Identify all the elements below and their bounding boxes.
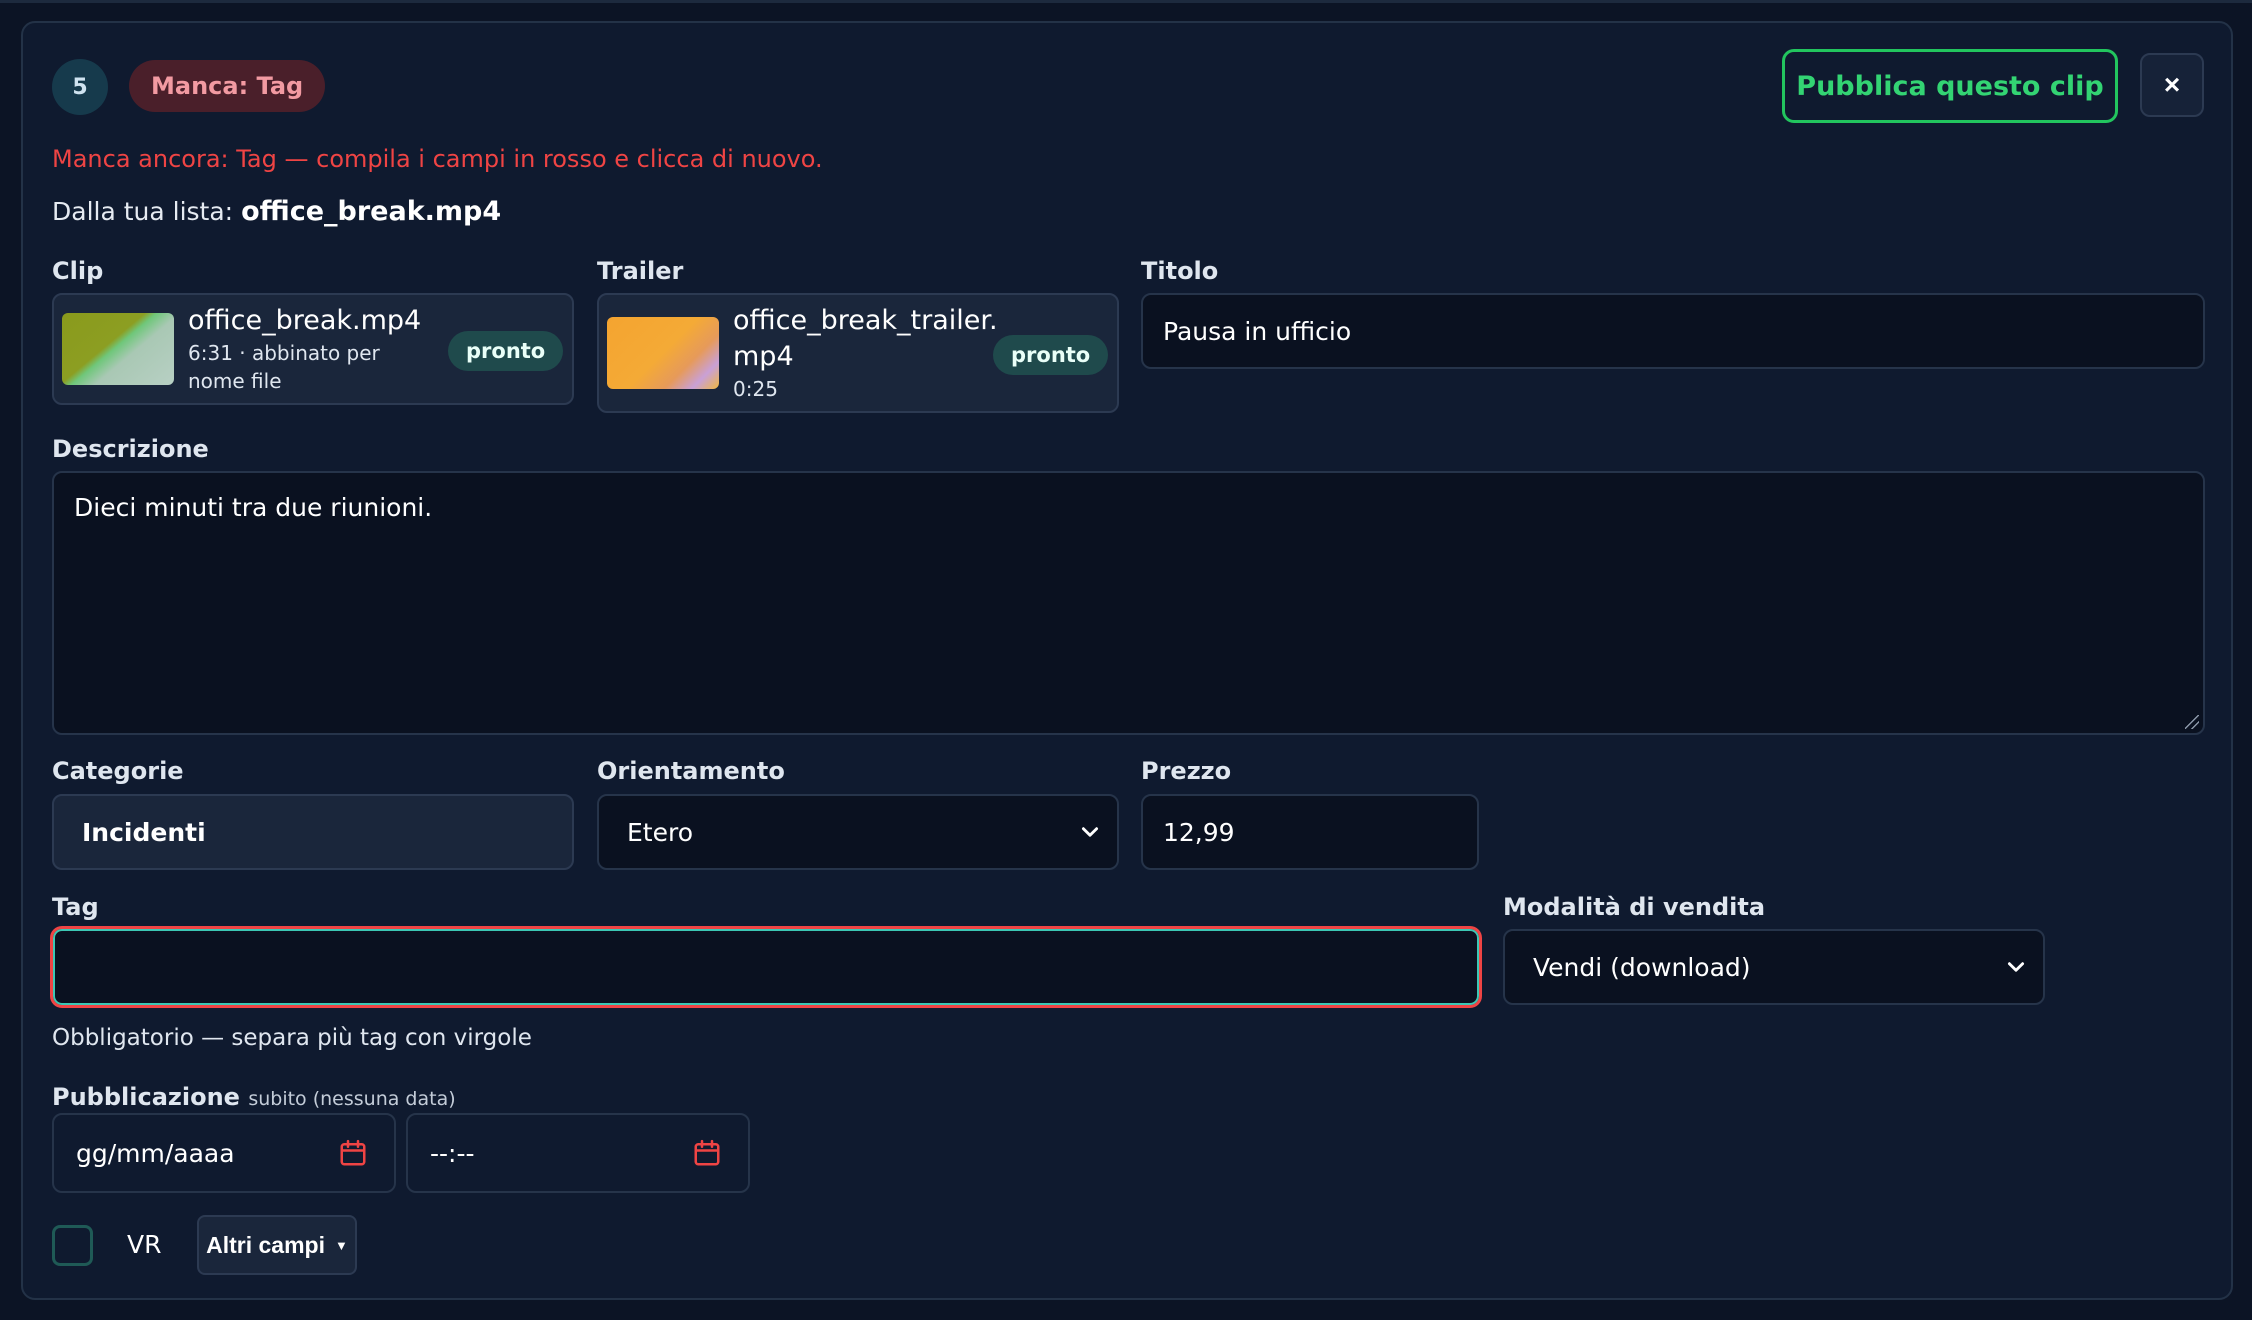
resize-grip-icon[interactable]: [2185, 715, 2199, 729]
clip-filename: office_break.mp4: [188, 305, 422, 336]
price-input[interactable]: 12,99: [1141, 794, 1479, 870]
publication-time-input[interactable]: --:--: [406, 1113, 750, 1193]
tags-input[interactable]: [50, 926, 1482, 1008]
from-list-line: Dalla tua lista: office_break.mp4: [52, 196, 501, 227]
more-fields-label: Altri campi: [206, 1231, 325, 1258]
clip-card: 5 Manca: Tag Pubblica questo clip × Manc…: [21, 21, 2233, 1300]
description-text: Dieci minuti tra due riunioni.: [74, 493, 433, 522]
clip-meta-line2: nome file: [188, 369, 282, 393]
sale-mode-value: Vendi (download): [1533, 952, 1751, 982]
from-list-prefix: Dalla tua lista:: [52, 197, 234, 226]
publication-title: Pubblicazione: [52, 1083, 240, 1111]
orientation-label: Orientamento: [597, 757, 785, 785]
clip-file-card[interactable]: office_break.mp4 6:31 · abbinato per nom…: [52, 293, 574, 405]
tags-hint: Obbligatorio — separa più tag con virgol…: [52, 1025, 532, 1051]
calendar-icon[interactable]: [338, 1138, 368, 1168]
sale-mode-label: Modalità di vendita: [1503, 893, 1766, 921]
trailer-file-card[interactable]: office_break_trailer. mp4 0:25 pronto: [597, 293, 1119, 413]
sale-mode-select[interactable]: Vendi (download): [1503, 929, 2045, 1005]
orientation-select[interactable]: Etero: [597, 794, 1119, 870]
time-placeholder: --:--: [430, 1138, 475, 1168]
trailer-filename-line1: office_break_trailer.: [733, 305, 998, 336]
trailer-status-badge: pronto: [993, 335, 1109, 375]
vr-checkbox[interactable]: [52, 1225, 93, 1266]
publication-note: subito (nessuna data): [248, 1088, 456, 1110]
missing-fields-badge: Manca: Tag: [129, 60, 326, 112]
date-placeholder: gg/mm/aaaa: [76, 1138, 235, 1168]
more-fields-button[interactable]: Altri campi ▼: [197, 1215, 357, 1275]
clip-index-badge: 5: [52, 59, 108, 115]
clip-status-badge: pronto: [448, 331, 564, 371]
trailer-label: Trailer: [597, 257, 684, 285]
chevron-down-icon: [1081, 827, 1099, 837]
title-input[interactable]: Pausa in ufficio: [1141, 293, 2205, 369]
publication-label: Pubblicazione subito (nessuna data): [52, 1083, 456, 1111]
page-top-divider: [0, 0, 2252, 3]
trailer-duration: 0:25: [733, 377, 778, 401]
close-icon[interactable]: ×: [2140, 53, 2204, 117]
title-label: Titolo: [1141, 257, 1219, 285]
description-textarea[interactable]: Dieci minuti tra due riunioni.: [52, 471, 2205, 735]
publication-date-input[interactable]: gg/mm/aaaa: [52, 1113, 396, 1193]
calendar-icon[interactable]: [692, 1138, 722, 1168]
clip-thumbnail: [62, 313, 174, 385]
categories-label: Categorie: [52, 757, 184, 785]
publish-clip-button[interactable]: Pubblica questo clip: [1782, 49, 2118, 123]
description-label: Descrizione: [52, 435, 209, 463]
orientation-value: Etero: [627, 817, 694, 847]
clip-meta-line1: 6:31 · abbinato per: [188, 341, 380, 365]
from-list-filename: office_break.mp4: [241, 196, 502, 227]
tags-label: Tag: [52, 893, 99, 921]
categories-field[interactable]: Incidenti: [52, 794, 574, 870]
trailer-filename-line2: mp4: [733, 341, 794, 372]
price-label: Prezzo: [1141, 757, 1232, 785]
trailer-thumbnail: [607, 317, 719, 389]
clip-label: Clip: [52, 257, 104, 285]
caret-down-icon: ▼: [335, 1237, 348, 1253]
error-message: Manca ancora: Tag — compila i campi in r…: [52, 145, 823, 173]
chevron-down-icon: [2007, 962, 2025, 972]
vr-label: VR: [127, 1230, 162, 1259]
